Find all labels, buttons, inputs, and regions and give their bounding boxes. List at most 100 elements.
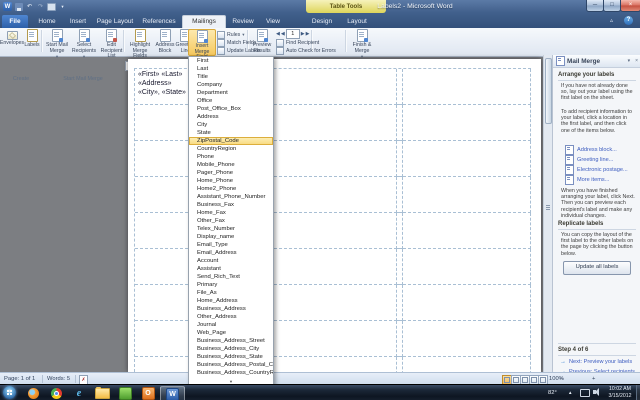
zoom-in-icon[interactable]: + <box>592 376 595 382</box>
taskbar-outlook-icon[interactable]: O <box>138 387 158 400</box>
taskbar-app-icon[interactable] <box>115 387 135 400</box>
previous-record-icon[interactable]: ◀ <box>281 31 285 37</box>
merge-field-menu-item[interactable]: Business_Address <box>189 305 273 313</box>
volume-tray-icon[interactable] <box>593 388 599 396</box>
merge-field-menu-item[interactable]: Business_Address_Street <box>189 337 273 345</box>
merge-field-menu-item[interactable]: Email_Address <box>189 249 273 257</box>
maximize-button[interactable]: □ <box>603 0 621 12</box>
minimize-button[interactable]: ─ <box>586 0 604 12</box>
pane-link[interactable]: Greeting line... <box>565 155 639 165</box>
last-record-icon[interactable]: ▶ <box>306 31 310 37</box>
taskbar-firefox-icon[interactable] <box>23 387 43 400</box>
merge-field-menu-item[interactable]: Post_Office_Box <box>189 105 273 113</box>
merge-field-menu-item[interactable]: Email_Type <box>189 241 273 249</box>
merge-field-menu-item[interactable]: Home2_Phone <box>189 185 273 193</box>
scrollbar-thumb[interactable] <box>545 58 552 124</box>
merge-field-menu-item[interactable]: Home_Phone <box>189 177 273 185</box>
label-cell[interactable] <box>403 213 531 249</box>
label-cell[interactable] <box>269 285 397 321</box>
page-count[interactable]: Page: 1 of 1 <box>4 376 35 382</box>
pane-close-icon[interactable]: × <box>635 58 640 64</box>
merge-field-menu-item[interactable]: Assistant <box>189 265 273 273</box>
envelopes-button[interactable]: Envelopes <box>0 29 24 54</box>
tray-temperature[interactable]: 82° <box>548 390 557 396</box>
merge-field-menu-item[interactable]: State <box>189 129 273 137</box>
label-cell[interactable] <box>269 141 397 177</box>
tab-design[interactable]: Design <box>305 15 339 28</box>
help-icon[interactable]: ? <box>624 16 633 25</box>
first-record-icon[interactable]: ◀ <box>276 31 280 37</box>
merge-field-text[interactable]: «First» «Last» «Address» «City», «State» <box>138 70 186 97</box>
merge-field-menu-item[interactable]: Business_Address_State <box>189 353 273 361</box>
merge-field-menu-item[interactable]: ZipPostal_Code <box>189 137 273 145</box>
merge-field-menu-item[interactable]: Business_Fax <box>189 201 273 209</box>
select-recipients-button[interactable]: Select Recipients ▾ <box>71 29 97 59</box>
label-cell[interactable] <box>269 321 397 357</box>
merge-field-menu-item[interactable]: Business_Address_City <box>189 345 273 353</box>
label-cell[interactable] <box>269 213 397 249</box>
tab-home[interactable]: Home <box>32 15 62 28</box>
label-cell[interactable] <box>403 285 531 321</box>
label-cell[interactable] <box>403 321 531 357</box>
label-cell[interactable] <box>403 69 531 105</box>
show-desktop-button[interactable] <box>636 385 640 400</box>
preview-results-button[interactable]: Preview Results <box>250 29 274 54</box>
merge-field-menu-item[interactable]: Other_Address <box>189 313 273 321</box>
taskbar-clock[interactable]: 10:02 AM 3/15/2012 <box>604 386 636 399</box>
find-recipient-button[interactable]: Find Recipient <box>276 38 319 47</box>
label-cell[interactable] <box>269 249 397 285</box>
merge-field-menu-item[interactable]: Display_name <box>189 233 273 241</box>
label-cell[interactable] <box>403 357 531 372</box>
pane-link[interactable]: Electronic postage... <box>565 165 639 175</box>
merge-field-menu-item[interactable]: Business_Address_CountryRegion <box>189 369 273 377</box>
merge-field-menu-item[interactable]: Primary <box>189 281 273 289</box>
label-cell[interactable] <box>403 249 531 285</box>
merge-field-menu-item[interactable]: CountryRegion <box>189 145 273 153</box>
merge-field-menu-item[interactable]: Address <box>189 113 273 121</box>
labels-button[interactable]: Labels <box>23 29 41 54</box>
merge-field-menu-item[interactable]: Business_Address_Postal_Code <box>189 361 273 369</box>
merge-field-menu-item[interactable]: Assistant_Phone_Number <box>189 193 273 201</box>
tab-references[interactable]: References <box>138 15 180 28</box>
tab-mailings[interactable]: Mailings <box>182 15 226 29</box>
merge-field-menu-item[interactable]: Office <box>189 97 273 105</box>
merge-field-menu-item[interactable]: Web_Page <box>189 329 273 337</box>
merge-field-menu-item[interactable]: Other_Fax <box>189 217 273 225</box>
merge-field-menu-item[interactable]: Title <box>189 73 273 81</box>
pane-link[interactable]: More items... <box>565 175 639 185</box>
label-cell[interactable] <box>269 177 397 213</box>
tab-file[interactable]: File <box>2 15 28 28</box>
address-block-button[interactable]: Address Block <box>155 29 175 54</box>
merge-field-menu-item[interactable]: Mobile_Phone <box>189 161 273 169</box>
merge-field-menu-item[interactable]: Journal <box>189 321 273 329</box>
merge-field-menu-item[interactable]: City <box>189 121 273 129</box>
insert-merge-field-button[interactable]: Insert Merge Field ▾ <box>188 29 216 66</box>
label-cell[interactable] <box>403 177 531 213</box>
next-step-link[interactable]: → Next: Preview your labels <box>560 359 632 365</box>
tab-layout[interactable]: Layout <box>341 15 373 28</box>
close-button[interactable]: × <box>620 0 640 12</box>
tab-view[interactable]: View <box>260 15 286 28</box>
collapse-ribbon-icon[interactable]: ▵ <box>610 17 613 24</box>
pane-dropdown-icon[interactable]: ▾ <box>628 58 634 64</box>
start-button[interactable] <box>3 386 16 399</box>
label-cell[interactable] <box>269 357 397 372</box>
taskbar-ie-icon[interactable]: e <box>69 387 89 400</box>
merge-field-menu-item[interactable]: Department <box>189 89 273 97</box>
label-cell[interactable] <box>269 69 397 105</box>
label-cell[interactable] <box>403 141 531 177</box>
undo-icon[interactable]: ↶ <box>25 2 34 11</box>
merge-field-menu-item[interactable]: File_As <box>189 289 273 297</box>
edit-recipient-list-button[interactable]: Edit Recipient List <box>98 29 125 59</box>
tab-page-layout[interactable]: Page Layout <box>94 15 136 28</box>
merge-field-menu-item[interactable]: Home_Fax <box>189 209 273 217</box>
merge-field-menu-item[interactable]: Telex_Number <box>189 225 273 233</box>
start-mail-merge-button[interactable]: Start Mail Merge ▾ <box>44 29 70 59</box>
redo-icon[interactable]: ↷ <box>36 2 45 11</box>
taskbar-libraries-icon[interactable] <box>92 387 112 400</box>
label-cell[interactable] <box>269 105 397 141</box>
taskbar-chrome-icon[interactable] <box>46 387 66 400</box>
merge-field-menu-item[interactable]: Phone <box>189 153 273 161</box>
merge-field-menu-item[interactable]: Last <box>189 65 273 73</box>
tab-insert[interactable]: Insert <box>64 15 92 28</box>
